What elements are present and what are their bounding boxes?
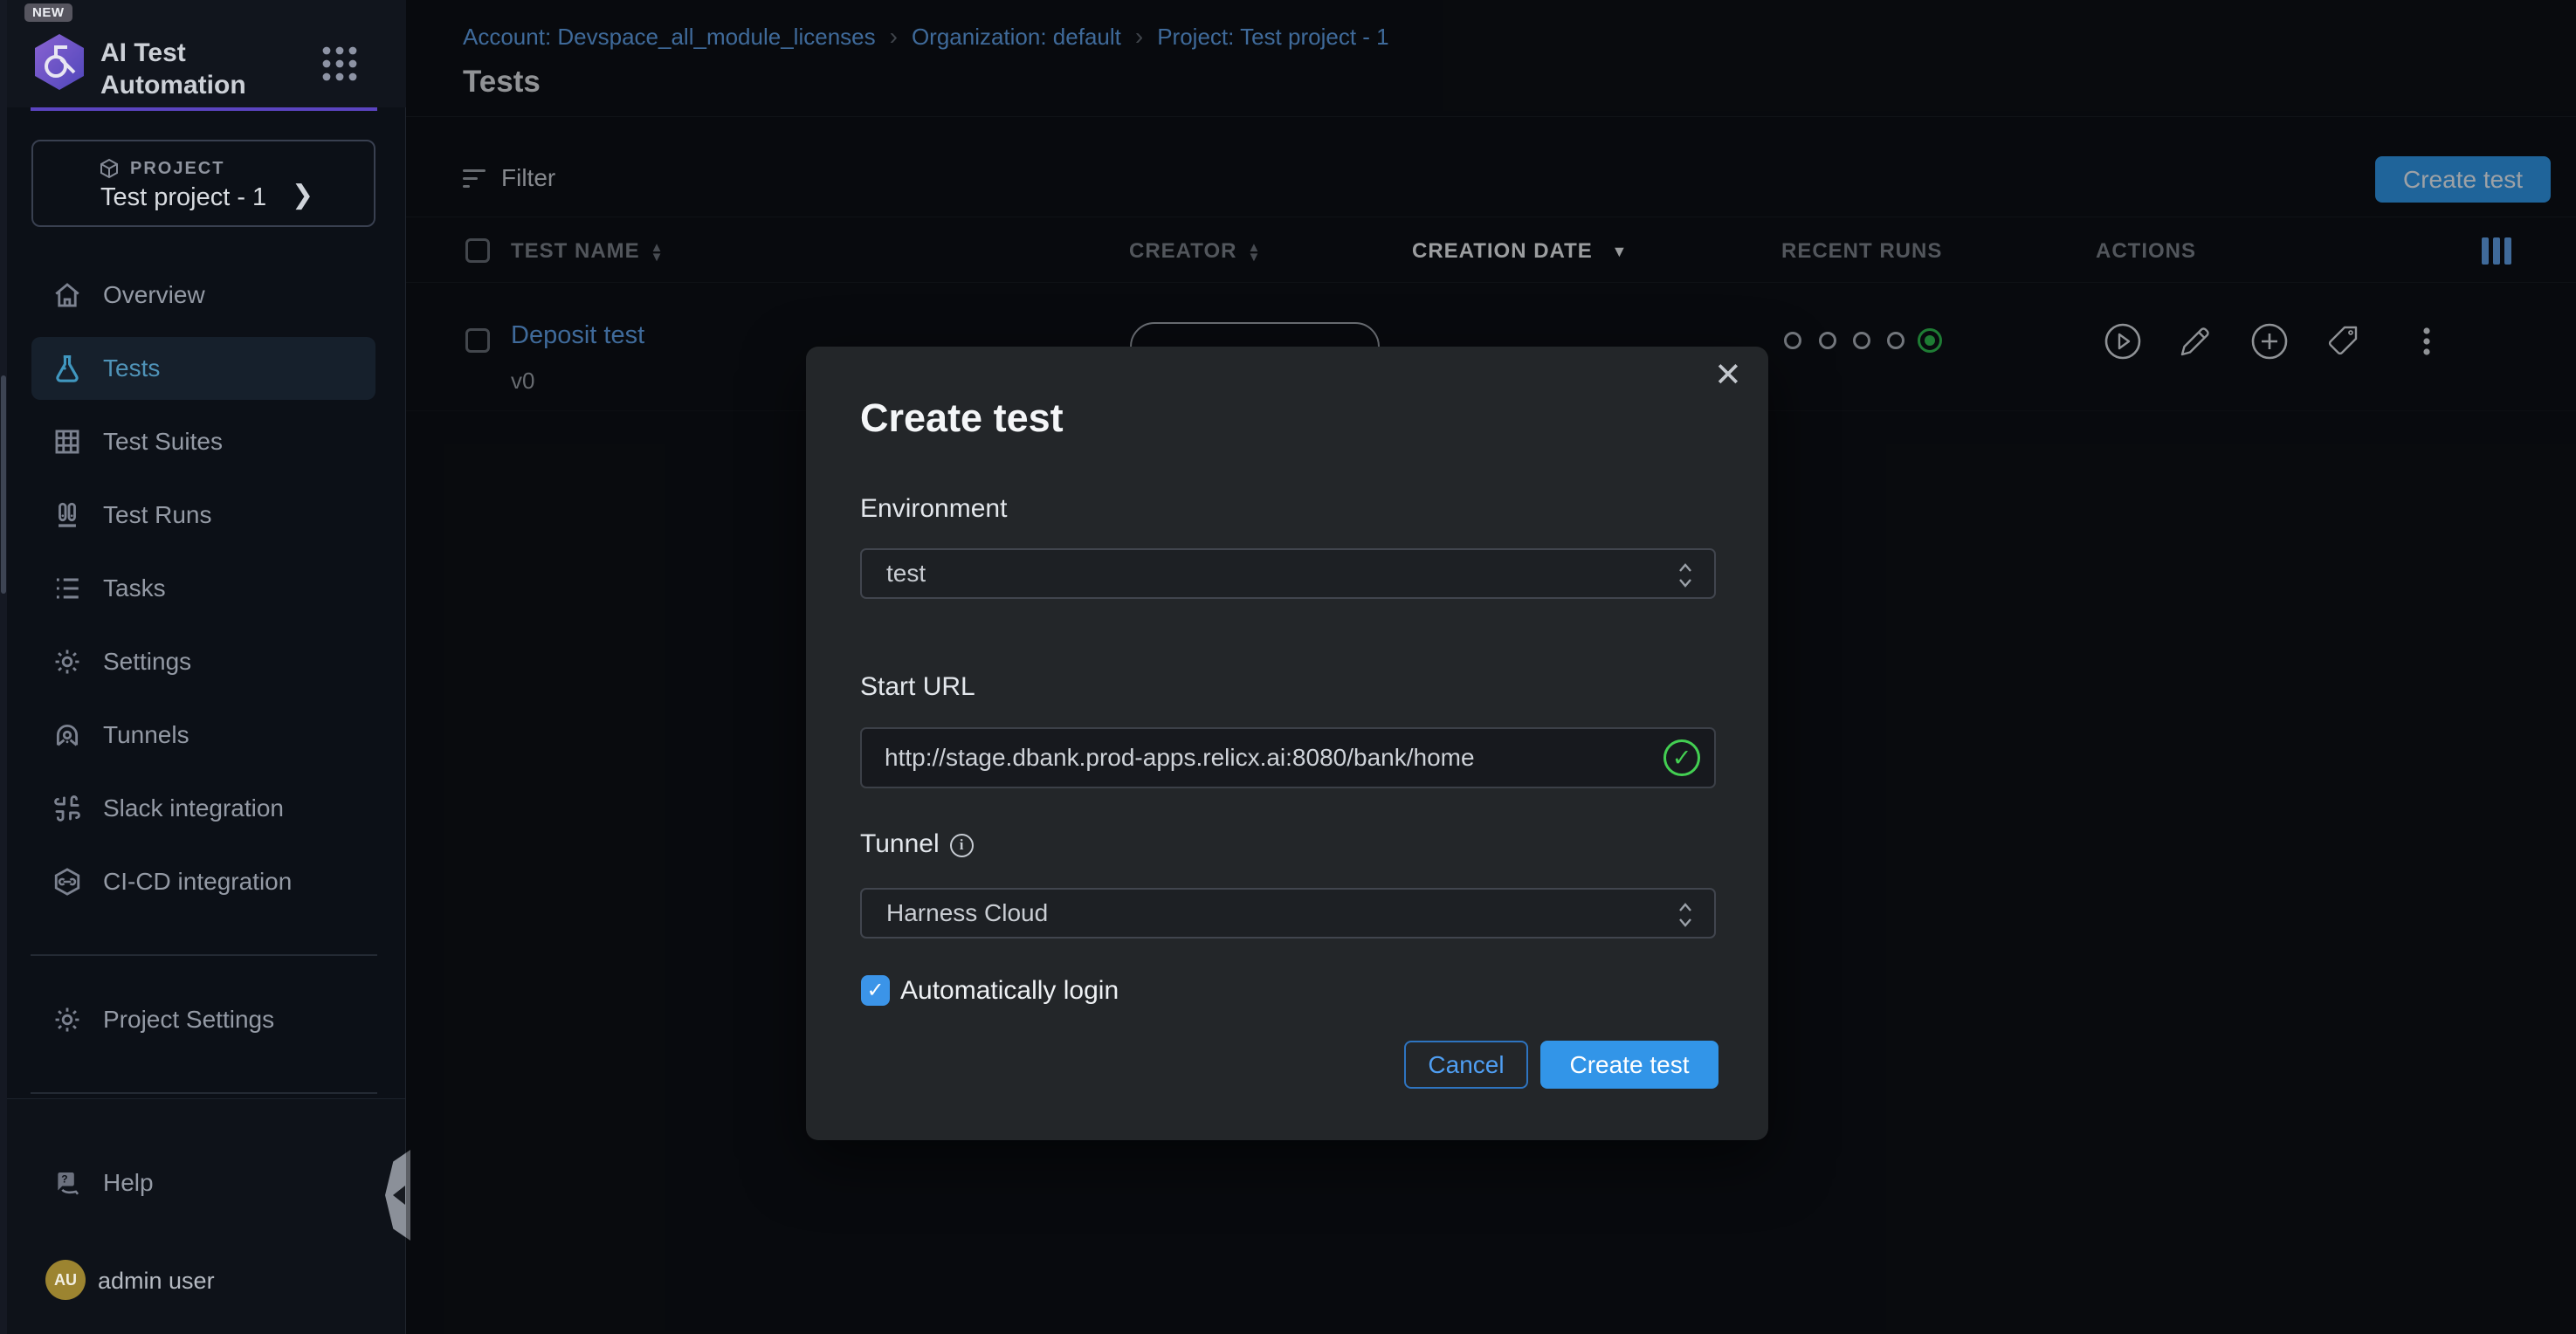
home-icon (52, 280, 82, 310)
select-chevrons-icon (1677, 561, 1693, 589)
sidebar-item-project-settings[interactable]: Project Settings (31, 988, 375, 1051)
app-switcher-icon[interactable] (321, 45, 358, 82)
tunnel-icon (52, 720, 82, 750)
sidebar-item-help[interactable]: ? Help (31, 1152, 375, 1214)
sidebar-item-label: Overview (103, 281, 205, 309)
sidebar-divider (31, 1092, 377, 1094)
sidebar-item-label: Settings (103, 648, 191, 676)
project-cube-icon (99, 158, 120, 179)
sidebar-item-label: CI-CD integration (103, 868, 292, 896)
auto-login-checkbox[interactable]: ✓ (861, 975, 890, 1006)
environment-value: test (886, 560, 926, 588)
url-valid-check-icon: ✓ (1663, 739, 1700, 776)
sidebar-item-label: Help (103, 1169, 154, 1197)
project-selector-label: PROJECT (130, 159, 224, 179)
sidebar-item-label: Slack integration (103, 794, 284, 822)
tasks-list-icon (52, 574, 82, 603)
environment-select[interactable]: test (860, 548, 1716, 599)
sidebar-item-overview[interactable]: Overview (31, 264, 375, 327)
sidebar-item-tunnels[interactable]: Tunnels (31, 704, 375, 767)
tunnel-value: Harness Cloud (886, 899, 1048, 927)
create-test-modal: ✕ Create test Environment test Start URL… (806, 347, 1768, 1140)
sidebar-item-label: Test Runs (103, 501, 212, 529)
project-selector-name: Test project - 1 (100, 183, 266, 212)
sidebar-item-settings[interactable]: Settings (31, 630, 375, 693)
left-scrollbar-thumb[interactable] (1, 375, 6, 594)
sidebar-item-test-runs[interactable]: Test Runs (31, 484, 375, 547)
sidebar-item-label: Tests (103, 354, 160, 382)
sidebar-item-tests[interactable]: Tests (31, 337, 375, 400)
sidebar-divider (31, 954, 377, 956)
chevron-right-icon: ❯ (292, 180, 313, 210)
sidebar-item-cicd-integration[interactable]: CI-CD integration (31, 850, 375, 913)
tunnel-label: Tunneli (860, 829, 974, 859)
cancel-button[interactable]: Cancel (1404, 1041, 1528, 1089)
start-url-label: Start URL (860, 672, 975, 702)
sidebar-item-label: Tasks (103, 574, 166, 602)
new-badge: NEW (24, 3, 72, 22)
gear-icon (52, 1005, 82, 1035)
sidebar-item-label: Tunnels (103, 721, 189, 749)
collapse-arrow-icon (393, 1186, 405, 1205)
sidebar-item-slack-integration[interactable]: Slack integration (31, 777, 375, 840)
sidebar-item-label: Project Settings (103, 1006, 274, 1034)
close-icon[interactable]: ✕ (1714, 355, 1742, 395)
app-title: AI Test Automation (100, 37, 288, 101)
sidebar-item-label: Test Suites (103, 428, 223, 456)
modal-create-test-button[interactable]: Create test (1540, 1041, 1718, 1089)
svg-text:?: ? (61, 1172, 67, 1185)
auto-login-label: Automatically login (900, 976, 1119, 1006)
app-logo-icon[interactable] (32, 33, 86, 91)
grid-table-icon (52, 427, 82, 457)
tunnel-select[interactable]: Harness Cloud (860, 888, 1716, 939)
slack-icon (52, 794, 82, 823)
user-name[interactable]: admin user (98, 1268, 215, 1295)
help-chat-icon: ? (52, 1168, 82, 1198)
sidebar-item-tasks[interactable]: Tasks (31, 557, 375, 620)
user-avatar[interactable]: AU (45, 1260, 86, 1300)
cicd-link-icon (52, 867, 82, 897)
brand-divider (31, 107, 377, 111)
environment-label: Environment (860, 494, 1007, 524)
start-url-value: http://stage.dbank.prod-apps.relicx.ai:8… (885, 744, 1475, 772)
start-url-input[interactable]: http://stage.dbank.prod-apps.relicx.ai:8… (860, 727, 1716, 788)
left-scrollbar[interactable] (0, 0, 7, 1334)
sidebar: NEW AI Test Automation PROJECT Test proj… (0, 0, 406, 1334)
flask-icon (52, 354, 82, 383)
runs-icon (52, 500, 82, 530)
info-icon[interactable]: i (950, 834, 974, 857)
modal-title: Create test (860, 395, 1064, 441)
gear-icon (52, 647, 82, 677)
select-chevrons-icon (1677, 901, 1693, 929)
sidebar-item-test-suites[interactable]: Test Suites (31, 410, 375, 473)
